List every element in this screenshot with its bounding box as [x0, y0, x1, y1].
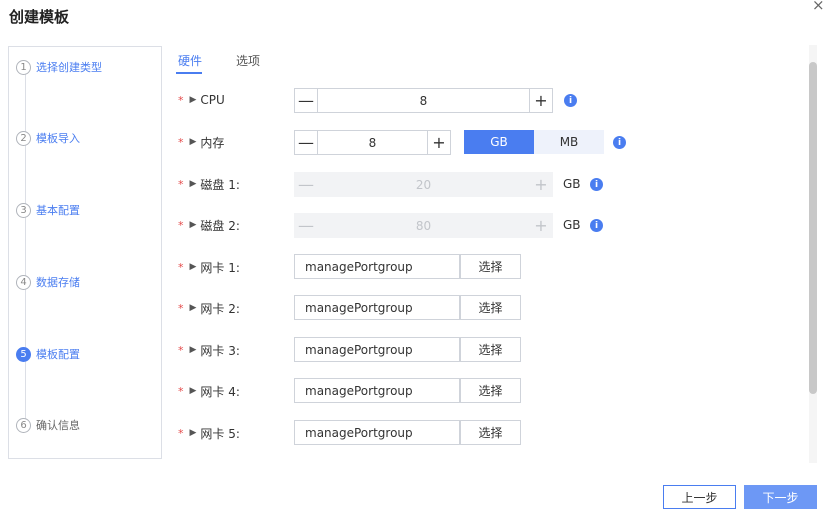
cpu-value[interactable]: 8 [318, 89, 529, 112]
nic5-input[interactable]: managePortgroup [294, 420, 460, 445]
cpu-stepper[interactable]: — 8 + [294, 88, 553, 113]
cpu-label-text: CPU [200, 93, 225, 107]
disk2-label-text: 磁盘 2: [200, 218, 240, 233]
disk1-unit: GB [563, 177, 581, 191]
step-template-import[interactable]: 2 模板导入 [16, 129, 80, 147]
required-mark: * [178, 301, 184, 315]
minus-icon: — [295, 173, 318, 196]
disk2-label: * ▶ 磁盘 2: [178, 216, 240, 234]
minus-icon: — [295, 214, 318, 237]
step-number: 3 [16, 202, 31, 218]
unit-mb-toggle[interactable]: MB [534, 130, 604, 154]
steps-connector [25, 71, 26, 429]
nic1-select-button[interactable]: 选择 [460, 254, 521, 279]
disk1-stepper: — 20 + [294, 172, 553, 197]
close-icon[interactable]: × [812, 0, 825, 14]
plus-icon[interactable]: + [529, 89, 552, 112]
nic2-input[interactable]: managePortgroup [294, 295, 460, 320]
step-basic-config[interactable]: 3 基本配置 [16, 201, 80, 219]
nic3-label-text: 网卡 3: [200, 343, 240, 358]
nic3-input[interactable]: managePortgroup [294, 337, 460, 362]
step-template-config[interactable]: 5 模板配置 [16, 345, 80, 363]
step-label: 选择创建类型 [36, 61, 102, 74]
step-label: 模板导入 [36, 132, 80, 145]
expand-icon[interactable]: ▶ [190, 179, 197, 189]
nic2-label: * ▶ 网卡 2: [178, 299, 240, 317]
required-mark: * [178, 177, 184, 191]
step-datastore[interactable]: 4 数据存储 [16, 273, 80, 291]
step-number: 5 [16, 346, 31, 362]
step-number: 2 [16, 130, 31, 146]
expand-icon[interactable]: ▶ [190, 303, 197, 313]
disk1-value: 20 [415, 177, 432, 192]
disk1-label: * ▶ 磁盘 1: [178, 175, 240, 193]
info-icon[interactable]: i [590, 178, 603, 191]
plus-icon: + [529, 173, 552, 196]
scrollbar-thumb[interactable] [809, 62, 817, 394]
prev-button[interactable]: 上一步 [663, 485, 736, 509]
unit-gb-toggle[interactable]: GB [464, 130, 534, 154]
next-button[interactable]: 下一步 [744, 485, 817, 509]
nic3-select-button[interactable]: 选择 [460, 337, 521, 362]
tab-options[interactable]: 选项 [236, 52, 260, 69]
nic5-label-text: 网卡 5: [200, 426, 240, 441]
step-label: 数据存储 [36, 276, 80, 289]
disk2-unit: GB [563, 218, 581, 232]
step-label: 基本配置 [36, 204, 80, 217]
memory-label-text: 内存 [200, 135, 225, 150]
nic5-select-button[interactable]: 选择 [460, 420, 521, 445]
nic5-label: * ▶ 网卡 5: [178, 424, 240, 442]
nic2-label-text: 网卡 2: [200, 301, 240, 316]
nic1-label-text: 网卡 1: [200, 260, 240, 275]
nic4-select-button[interactable]: 选择 [460, 378, 521, 403]
step-select-type[interactable]: 1 选择创建类型 [16, 58, 102, 76]
minus-icon[interactable]: — [295, 89, 318, 112]
info-icon[interactable]: i [590, 219, 603, 232]
disk2-stepper: — 80 + [294, 213, 553, 238]
required-mark: * [178, 343, 184, 357]
required-mark: * [178, 384, 184, 398]
tab-hardware[interactable]: 硬件 [178, 52, 202, 69]
minus-icon[interactable]: — [295, 131, 318, 154]
tab-active-indicator [176, 72, 202, 74]
memory-value[interactable]: 8 [318, 131, 427, 154]
nic4-label: * ▶ 网卡 4: [178, 382, 240, 400]
nic3-label: * ▶ 网卡 3: [178, 341, 240, 359]
plus-icon[interactable]: + [427, 131, 450, 154]
expand-icon[interactable]: ▶ [190, 220, 197, 230]
disk2-value: 80 [415, 218, 432, 233]
expand-icon[interactable]: ▶ [190, 386, 197, 396]
memory-stepper[interactable]: — 8 + [294, 130, 451, 155]
step-number: 4 [16, 274, 31, 290]
nic2-select-button[interactable]: 选择 [460, 295, 521, 320]
disk1-label-text: 磁盘 1: [200, 177, 240, 192]
nic4-label-text: 网卡 4: [200, 384, 240, 399]
dialog-title: 创建模板 [9, 8, 70, 26]
expand-icon[interactable]: ▶ [190, 428, 197, 438]
required-mark: * [178, 135, 184, 149]
required-mark: * [178, 426, 184, 440]
info-icon[interactable]: i [613, 136, 626, 149]
expand-icon[interactable]: ▶ [190, 137, 197, 147]
steps-panel: 1 选择创建类型 2 模板导入 3 基本配置 4 数据存储 5 模板配置 6 确… [8, 46, 162, 459]
plus-icon: + [529, 214, 552, 237]
required-mark: * [178, 93, 184, 107]
step-number: 6 [16, 417, 31, 433]
step-label: 模板配置 [36, 348, 80, 361]
expand-icon[interactable]: ▶ [190, 95, 197, 105]
required-mark: * [178, 260, 184, 274]
info-icon[interactable]: i [564, 94, 577, 107]
step-number: 1 [16, 59, 31, 75]
required-mark: * [178, 218, 184, 232]
cpu-label: * ▶ CPU [178, 91, 225, 109]
nic4-input[interactable]: managePortgroup [294, 378, 460, 403]
memory-label: * ▶ 内存 [178, 133, 224, 151]
nic1-input[interactable]: managePortgroup [294, 254, 460, 279]
step-label: 确认信息 [36, 419, 80, 432]
expand-icon[interactable]: ▶ [190, 345, 197, 355]
step-confirm-info[interactable]: 6 确认信息 [16, 416, 80, 434]
expand-icon[interactable]: ▶ [190, 262, 197, 272]
nic1-label: * ▶ 网卡 1: [178, 258, 240, 276]
